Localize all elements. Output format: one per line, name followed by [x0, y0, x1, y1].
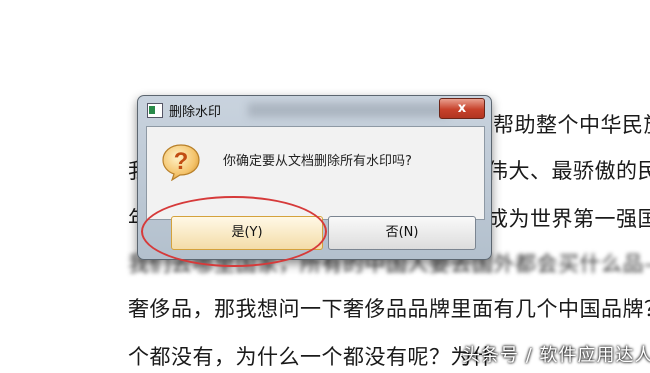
annotation-circle [141, 196, 327, 267]
document-line: 个都没有，为什么一个都没有呢？为什 [128, 345, 494, 369]
document-line: 帮助整个中华民族 [493, 113, 650, 137]
document-line: 成为世界第一强国 [487, 207, 650, 231]
dialog-titlebar[interactable]: 删除水印 x [138, 96, 491, 124]
dialog-message: 你确定要从文档删除所有水印吗? [223, 154, 412, 169]
document-line: 伟大、最骄傲的民 [487, 159, 650, 183]
question-mark-icon: ? [162, 144, 200, 181]
no-button[interactable]: 否(N) [328, 216, 476, 250]
svg-text:?: ? [174, 148, 189, 175]
dialog-title: 删除水印 [169, 105, 222, 120]
watermark-text: 头条号 / 软件应用达人 [462, 345, 650, 366]
title-blur [248, 103, 448, 117]
close-button[interactable]: x [439, 98, 485, 119]
app-icon [147, 103, 163, 118]
document-line: 奢侈品，那我想问一下奢侈品品牌里面有几个中国品牌？ [128, 297, 650, 321]
